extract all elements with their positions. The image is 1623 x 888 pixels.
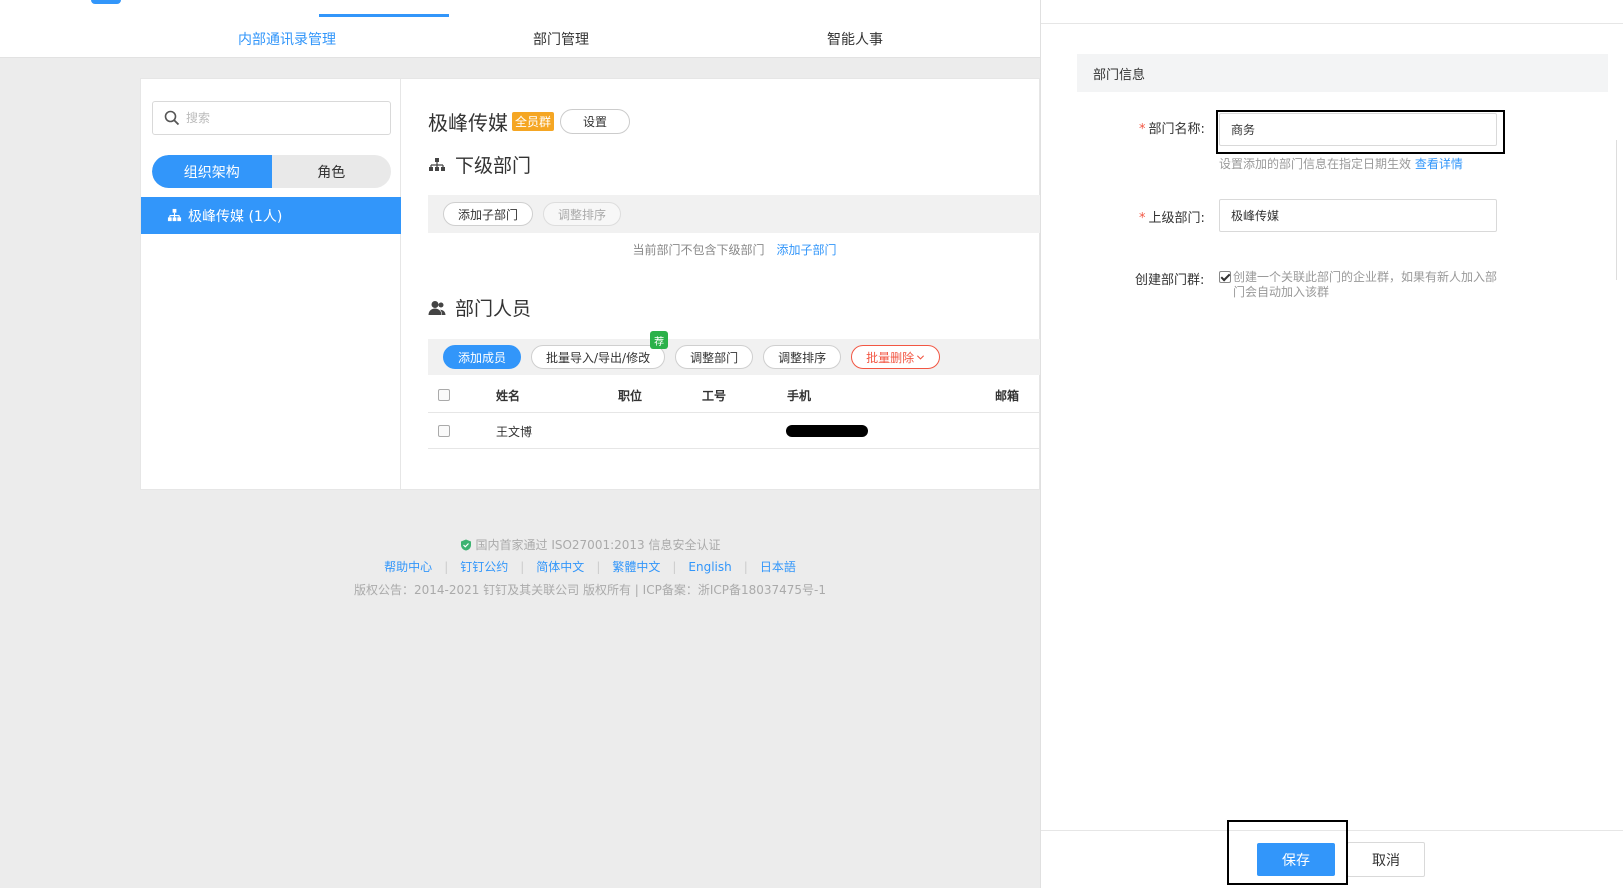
row-checkbox[interactable] [438, 425, 450, 437]
empty-text: 当前部门不包含下级部门 [632, 243, 765, 257]
view-details-link[interactable]: 查看详情 [1415, 157, 1463, 171]
create-group-text: 创建一个关联此部门的企业群，如果有新人加入部门会自动加入该群 [1233, 270, 1498, 299]
link-separator: | [520, 560, 525, 574]
tab-smart-hr[interactable]: 智能人事 [827, 29, 883, 49]
tab-department-management[interactable]: 部门管理 [533, 29, 589, 49]
create-group-option[interactable]: 创建一个关联此部门的企业群，如果有新人加入部门会自动加入该群 [1219, 270, 1499, 300]
select-all-checkbox[interactable] [438, 389, 450, 401]
org-header: 极峰传媒 全员群 设置 [428, 107, 631, 136]
add-member-button[interactable]: 添加成员 [443, 345, 522, 369]
row-checkbox-cell [438, 413, 450, 449]
segment-org-structure[interactable]: 组织架构 [152, 155, 272, 188]
search-box[interactable] [152, 101, 391, 135]
search-icon [164, 110, 180, 126]
segment-roles[interactable]: 角色 [272, 155, 392, 188]
batch-import-export-button[interactable]: 批量导入/导出/修改 荐 [531, 331, 669, 369]
sort-sub-dept-button[interactable]: 调整排序 [543, 202, 622, 226]
sub-dept-title: 下级部门 [455, 155, 532, 177]
cert-text: 国内首家通过 ISO27001:2013 信息安全认证 [475, 538, 721, 552]
contacts-card: 组织架构 角色 极峰传媒 (1人) 极峰传媒 全员群 设置 下级部门 添加子部门… [140, 78, 1041, 490]
tree-item-root-dept[interactable]: 极峰传媒 (1人) [141, 197, 401, 234]
security-cert: 国内首家通过 ISO27001:2013 信息安全认证 [140, 536, 1040, 553]
sub-dept-section-title: 下级部门 [428, 151, 531, 178]
app-logo[interactable] [91, 0, 121, 4]
sub-dept-toolbar: 添加子部门 调整排序 [428, 195, 1041, 233]
members-toolbar: 添加成员 批量导入/导出/修改 荐 调整部门 调整排序 批量删除 [428, 331, 1041, 375]
shield-check-icon [460, 539, 471, 550]
footer-links: 帮助中心 | 钉钉公约 | 简体中文 | 繁體中文 | English | 日本語 [140, 558, 1040, 575]
header-name: 姓名 [496, 388, 521, 403]
dept-name-label-text: 部门名称: [1148, 122, 1205, 137]
adjust-sort-button[interactable]: 调整排序 [763, 345, 842, 369]
members-table-header: 姓名 职位 工号 手机 邮箱 [428, 377, 1041, 413]
copyright-text: 版权公告：2014-2021 钉钉及其关联公司 版权所有 | ICP备案：浙IC… [353, 583, 827, 597]
required-mark: * [1139, 211, 1146, 226]
link-separator: | [672, 560, 677, 574]
hint-text: 设置添加的部门信息在指定日期生效 [1219, 157, 1412, 171]
active-tab-indicator [319, 14, 449, 17]
link-separator: | [743, 560, 748, 574]
link-separator: | [596, 560, 601, 574]
member-phone-redacted [786, 413, 868, 449]
tab-internal-contacts[interactable]: 内部通讯录管理 [238, 29, 336, 49]
dept-name-hint: 设置添加的部门信息在指定日期生效 查看详情 [1219, 155, 1463, 172]
parent-dept-label-text: 上级部门: [1148, 211, 1205, 226]
adjust-dept-button[interactable]: 调整部门 [675, 345, 754, 369]
members-title: 部门人员 [455, 298, 532, 320]
create-group-checkbox[interactable] [1219, 271, 1231, 283]
create-group-label: 创建部门群: [1135, 273, 1205, 288]
highlight-box [1227, 820, 1348, 885]
empty-sub-dept-tip: 当前部门不包含下级部门 添加子部门 [428, 241, 1041, 258]
redaction-mark [786, 425, 868, 437]
highlight-box [1216, 110, 1505, 154]
batch-delete-label: 批量删除 [866, 350, 915, 365]
dept-edit-drawer: 部门信息 * 部门名称: 商务 设置添加的部门信息在指定日期生效 查看详情 * 上级… [1040, 0, 1623, 888]
view-switch: 组织架构 角色 [152, 155, 391, 188]
section-title: 部门信息 [1093, 67, 1146, 83]
batch-import-label: 批量导入/导出/修改 [546, 350, 651, 365]
org-tree-icon [167, 208, 182, 222]
add-sub-dept-link[interactable]: 添加子部门 [777, 243, 837, 257]
drawer-header-divider [1041, 23, 1623, 24]
org-tree-icon [429, 157, 445, 171]
dept-info-section: 部门信息 [1077, 54, 1608, 92]
cancel-button[interactable]: 取消 [1347, 842, 1425, 877]
required-mark: * [1139, 122, 1146, 137]
footer-link-english[interactable]: English [688, 560, 731, 574]
chevron-down-icon [917, 354, 925, 360]
main-panel: 极峰传媒 全员群 设置 下级部门 添加子部门 调整排序 当前部门不包含下级部门添… [402, 79, 1041, 489]
all-members-badge: 全员群 [512, 112, 555, 131]
footer-link-convention[interactable]: 钉钉公约 [460, 560, 508, 574]
dept-name-label: * 部门名称: [1139, 118, 1205, 137]
recommend-tag: 荐 [650, 331, 669, 349]
people-icon [428, 300, 446, 315]
member-name[interactable]: 王文博 [496, 413, 532, 449]
tree-item-label: 极峰传媒 (1人) [188, 208, 283, 225]
parent-dept-value: 极峰传媒 [1231, 209, 1280, 223]
parent-dept-select[interactable]: 极峰传媒 [1219, 199, 1497, 232]
header-job-number: 工号 [702, 388, 727, 403]
header-phone: 手机 [787, 388, 812, 403]
link-separator: | [444, 560, 449, 574]
header-email: 邮箱 [995, 388, 1020, 403]
org-name: 极峰传媒 [428, 111, 508, 135]
scrollbar[interactable] [1616, 140, 1623, 280]
add-sub-dept-button[interactable]: 添加子部门 [443, 202, 534, 226]
table-row[interactable]: 王文博 [428, 413, 1041, 449]
search-input[interactable] [186, 111, 366, 125]
members-section-title: 部门人员 [428, 294, 531, 321]
footer-link-zh-tw[interactable]: 繁體中文 [612, 560, 660, 574]
footer-link-japanese[interactable]: 日本語 [760, 560, 796, 574]
parent-dept-label: * 上级部门: [1139, 207, 1205, 226]
sidebar: 组织架构 角色 极峰传媒 (1人) [141, 79, 401, 489]
settings-button[interactable]: 设置 [560, 109, 631, 134]
batch-delete-button[interactable]: 批量删除 [851, 345, 941, 369]
footer-link-help[interactable]: 帮助中心 [384, 560, 432, 574]
footer-link-zh-cn[interactable]: 简体中文 [536, 560, 584, 574]
select-all-cell [438, 377, 450, 413]
header-position: 职位 [618, 388, 643, 403]
